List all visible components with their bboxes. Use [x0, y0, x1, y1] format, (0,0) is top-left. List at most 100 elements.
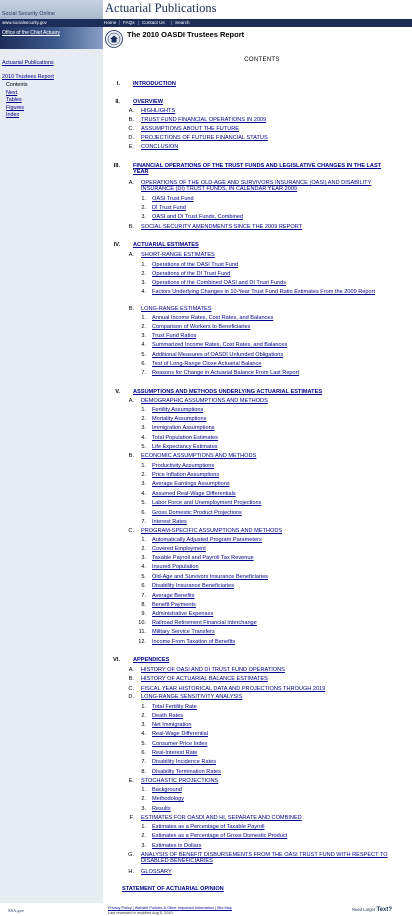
toc-link[interactable]: Railroad Retirement Financial Interchang…	[152, 620, 398, 626]
toc-link[interactable]: Price Inflation Assumptions	[152, 472, 398, 478]
toc-link[interactable]: Benefit Payments	[152, 602, 398, 608]
toc-number: 2.	[141, 472, 146, 478]
sidebar-item-next[interactable]: Next	[6, 90, 17, 96]
nav-search[interactable]: Search	[175, 20, 190, 25]
toc-link[interactable]: LONG-RANGE SENSITIVITY ANALYSIS	[141, 694, 398, 700]
sidebar-item-index[interactable]: Index	[6, 112, 19, 118]
nav-home[interactable]: Home	[104, 20, 116, 25]
toc-link[interactable]: Average Earnings Assumptions	[152, 481, 398, 487]
office-of-chief-actuary-link[interactable]: Office of the Chief Actuary	[2, 30, 60, 36]
toc-link[interactable]: OPERATIONS OF THE OLD-AGE AND SURVIVORS …	[141, 180, 398, 193]
nav-contact-us[interactable]: Contact Us	[142, 20, 165, 25]
toc-link[interactable]: FISCAL YEAR HISTORICAL DATA AND PROJECTI…	[141, 686, 398, 692]
toc-link[interactable]: ECONOMIC ASSUMPTIONS AND METHODS	[141, 453, 398, 459]
ssa-logo[interactable]: Social Security Online	[2, 11, 55, 17]
toc-link[interactable]: Income From Taxation of Benefits	[152, 639, 398, 645]
toc-link[interactable]: Operations of the OASI Trust Fund	[152, 262, 398, 268]
toc-link[interactable]: Estimates as a Percentage of Taxable Pay…	[152, 824, 398, 830]
toc-link[interactable]: Reasons for Change in Actuarial Balance …	[152, 370, 398, 376]
toc-link[interactable]: OVERVIEW	[133, 99, 398, 105]
toc-link[interactable]: Life Expectancy Estimates	[152, 444, 398, 450]
toc-link[interactable]: OASI Trust Fund	[152, 196, 398, 202]
footer-logo[interactable]: SSA.gov	[8, 908, 24, 913]
toc-link[interactable]: Administrative Expenses	[152, 611, 398, 617]
toc-link[interactable]: LONG-RANGE ESTIMATES	[141, 306, 398, 312]
toc-link[interactable]: Operations of the Combined OASI and DI T…	[152, 280, 398, 286]
toc-link[interactable]: ACTUARIAL ESTIMATES	[133, 242, 398, 248]
toc-number: B.	[128, 453, 134, 459]
toc-link[interactable]: OASI and DI Trust Funds, Combined	[152, 214, 398, 220]
sidebar-item-trustees-report[interactable]: 2010 Trustees Report	[2, 74, 54, 80]
toc-link[interactable]: Death Rates	[152, 713, 398, 719]
toc-link[interactable]: ASSUMPTIONS ABOUT THE FUTURE	[141, 126, 398, 132]
toc-link[interactable]: Total Fertility Rate	[152, 704, 398, 710]
toc-link[interactable]: ANALYSIS OF BENEFIT DISBURSEMENTS FROM T…	[141, 852, 398, 865]
toc-link[interactable]: Operations of the DI Trust Fund	[152, 271, 398, 277]
toc-link[interactable]: Additional Measures of OASDI Unfunded Ob…	[152, 352, 398, 358]
toc-link[interactable]: STATEMENT OF ACTUARIAL OPINION	[122, 886, 398, 892]
toc-link[interactable]: Productivity Assumptions	[152, 463, 398, 469]
toc-link[interactable]: ASSUMPTIONS AND METHODS UNDERLYING ACTUA…	[133, 389, 398, 395]
toc-number: 6.	[141, 510, 146, 516]
toc-link[interactable]: HISTORY OF ACTUARIAL BALANCE ESTIMATES	[141, 676, 398, 682]
toc-link[interactable]: Insured Population	[152, 564, 398, 570]
toc-link[interactable]: Taxable Payroll and Payroll Tax Revenue	[152, 555, 398, 561]
footer-links[interactable]: Privacy Policy | Website Policies & Othe…	[108, 906, 232, 910]
toc-link[interactable]: Disability Termination Rates	[152, 769, 398, 775]
toc-link[interactable]: HISTORY OF OASI AND DI TRUST FUND OPERAT…	[141, 667, 398, 673]
toc-link[interactable]: Mortality Assumptions	[152, 416, 398, 422]
toc-link[interactable]: Immigration Assumptions	[152, 425, 398, 431]
toc-link[interactable]: GLOSSARY	[141, 869, 398, 875]
toc-link[interactable]: Military Service Transfers	[152, 629, 398, 635]
toc-link[interactable]: Methodology	[152, 796, 398, 802]
toc-link[interactable]: Consumer Price Index	[152, 741, 398, 747]
toc-link[interactable]: Average Benefits	[152, 593, 398, 599]
toc-link[interactable]: Assumed Real-Wage Differentials	[152, 491, 398, 497]
toc-link[interactable]: Disability Incidence Rates	[152, 759, 398, 765]
toc-link[interactable]: Gross Domestic Product Projections	[152, 510, 398, 516]
toc-link[interactable]: Annual Income Rates, Cost Rates, and Bal…	[152, 315, 398, 321]
toc-link[interactable]: Real-Wage Differential	[152, 731, 398, 737]
toc-link[interactable]: SOCIAL SECURITY AMENDMENTS SINCE THE 200…	[141, 224, 398, 230]
toc-link[interactable]: TRUST FUND FINANCIAL OPERATIONS IN 2009	[141, 117, 398, 123]
toc-link[interactable]: CONCLUSION	[141, 144, 398, 150]
toc-link[interactable]: Labor Force and Unemployment Projections	[152, 500, 398, 506]
toc-link[interactable]: FINANCIAL OPERATIONS OF THE TRUST FUNDS …	[133, 163, 398, 176]
toc-link[interactable]: APPENDICES	[133, 657, 398, 663]
toc-link[interactable]: Old-Age and Survivors Insurance Benefici…	[152, 574, 398, 580]
toc-link[interactable]: DI Trust Fund	[152, 205, 398, 211]
toc-link[interactable]: Estimates in Dollars	[152, 843, 398, 849]
toc-link[interactable]: Factors Underlying Changes in 10-Year Tr…	[152, 289, 398, 295]
toc-link[interactable]: Disability Insurance Beneficiaries	[152, 583, 398, 589]
toc-link[interactable]: Total Population Estimates	[152, 435, 398, 441]
toc-number: 6.	[141, 361, 146, 367]
toc-link[interactable]: Comparison of Workers to Beneficiaries	[152, 324, 398, 330]
toc-link[interactable]: Results	[152, 806, 398, 812]
site-url[interactable]: www.socialsecurity.gov	[2, 20, 47, 25]
toc-link[interactable]: Trust Fund Ratios	[152, 333, 398, 339]
toc-link[interactable]: DEMOGRAPHIC ASSUMPTIONS AND METHODS	[141, 398, 398, 404]
toc-link[interactable]: HIGHLIGHTS	[141, 108, 398, 114]
toc-link[interactable]: Background	[152, 787, 398, 793]
toc-link[interactable]: Interest Rates	[152, 519, 398, 525]
sidebar-item-actuarial-publications[interactable]: Actuarial Publications	[2, 60, 54, 66]
toc-link[interactable]: Fertility Assumptions	[152, 407, 398, 413]
toc-link[interactable]: ESTIMATES FOR OASDI AND HI, SEPARATE AND…	[141, 815, 398, 821]
toc-link[interactable]: INTRODUCTION	[133, 81, 398, 87]
toc-link[interactable]: Net Immigration	[152, 722, 398, 728]
toc-link[interactable]: Real-Interest Rate	[152, 750, 398, 756]
sidebar-item-figures[interactable]: Figures	[6, 105, 24, 111]
toc-link[interactable]: PROJECTIONS OF FUTURE FINANCIAL STATUS	[141, 135, 398, 141]
toc-link[interactable]: PROGRAM-SPECIFIC ASSUMPTIONS AND METHODS	[141, 528, 398, 534]
toc-link[interactable]: Automatically Adjusted Program Parameter…	[152, 537, 398, 543]
toc-link[interactable]: Summarized Income Rates, Cost Rates, and…	[152, 342, 398, 348]
sidebar-item-tables[interactable]: Tables	[6, 97, 22, 103]
nav-faqs[interactable]: FAQs	[123, 20, 135, 25]
toc-link[interactable]: Estimates as a Percentage of Gross Domes…	[152, 833, 398, 839]
toc-link[interactable]: SHORT-RANGE ESTIMATES	[141, 252, 398, 258]
toc-link[interactable]: Test of Long-Range Close Actuarial Balan…	[152, 361, 398, 367]
toc-link[interactable]: STOCHASTIC PROJECTIONS	[141, 778, 398, 784]
toc-link[interactable]: Covered Employment	[152, 546, 398, 552]
toc-number: 5.	[141, 741, 146, 747]
larger-text-link[interactable]: Need Larger Text?	[352, 907, 392, 913]
